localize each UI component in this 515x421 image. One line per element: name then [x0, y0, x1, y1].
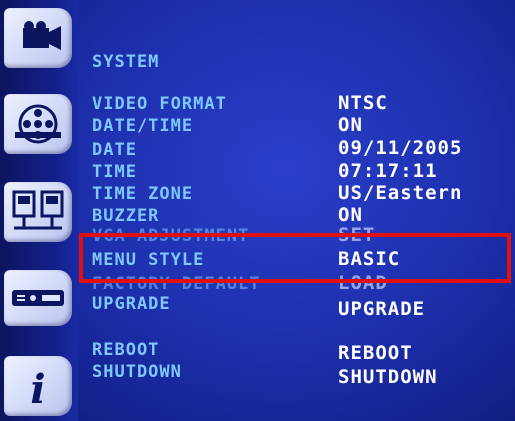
value-date-time[interactable]: ON	[338, 114, 363, 136]
value-video-format[interactable]: NTSC	[338, 92, 388, 114]
device-io-icon[interactable]	[4, 270, 72, 326]
label-buzzer[interactable]: BUZZER	[92, 206, 159, 226]
label-time-zone[interactable]: TIME ZONE	[92, 184, 193, 204]
info-icon[interactable]: i	[4, 356, 72, 416]
svg-text:i: i	[30, 366, 45, 409]
network-computers-icon[interactable]	[4, 182, 72, 242]
sidebar: i	[0, 0, 78, 421]
value-upgrade[interactable]: UPGRADE	[338, 298, 425, 320]
value-time-zone[interactable]: US/Eastern	[338, 182, 462, 204]
value-reboot[interactable]: REBOOT	[338, 342, 413, 364]
osd-screen: i SYSTEM VIDEO FORMAT NTSC DATE/TIME ON …	[0, 0, 515, 421]
menu-title: SYSTEM	[92, 52, 160, 72]
label-time[interactable]: TIME	[92, 162, 137, 182]
value-shutdown[interactable]: SHUTDOWN	[338, 366, 438, 388]
value-date[interactable]: 09/11/2005	[338, 137, 462, 159]
label-upgrade[interactable]: UPGRADE	[92, 294, 171, 314]
camera-icon[interactable]	[4, 8, 72, 68]
label-shutdown[interactable]: SHUTDOWN	[92, 362, 182, 382]
label-date-time[interactable]: DATE/TIME	[92, 116, 193, 136]
menu-style-highlight-box	[79, 233, 511, 283]
label-video-format[interactable]: VIDEO FORMAT	[92, 94, 227, 114]
label-reboot[interactable]: REBOOT	[92, 340, 159, 360]
label-date[interactable]: DATE	[92, 140, 137, 160]
film-reel-icon[interactable]	[4, 94, 72, 154]
value-time[interactable]: 07:17:11	[338, 160, 438, 182]
value-buzzer[interactable]: ON	[338, 204, 363, 226]
